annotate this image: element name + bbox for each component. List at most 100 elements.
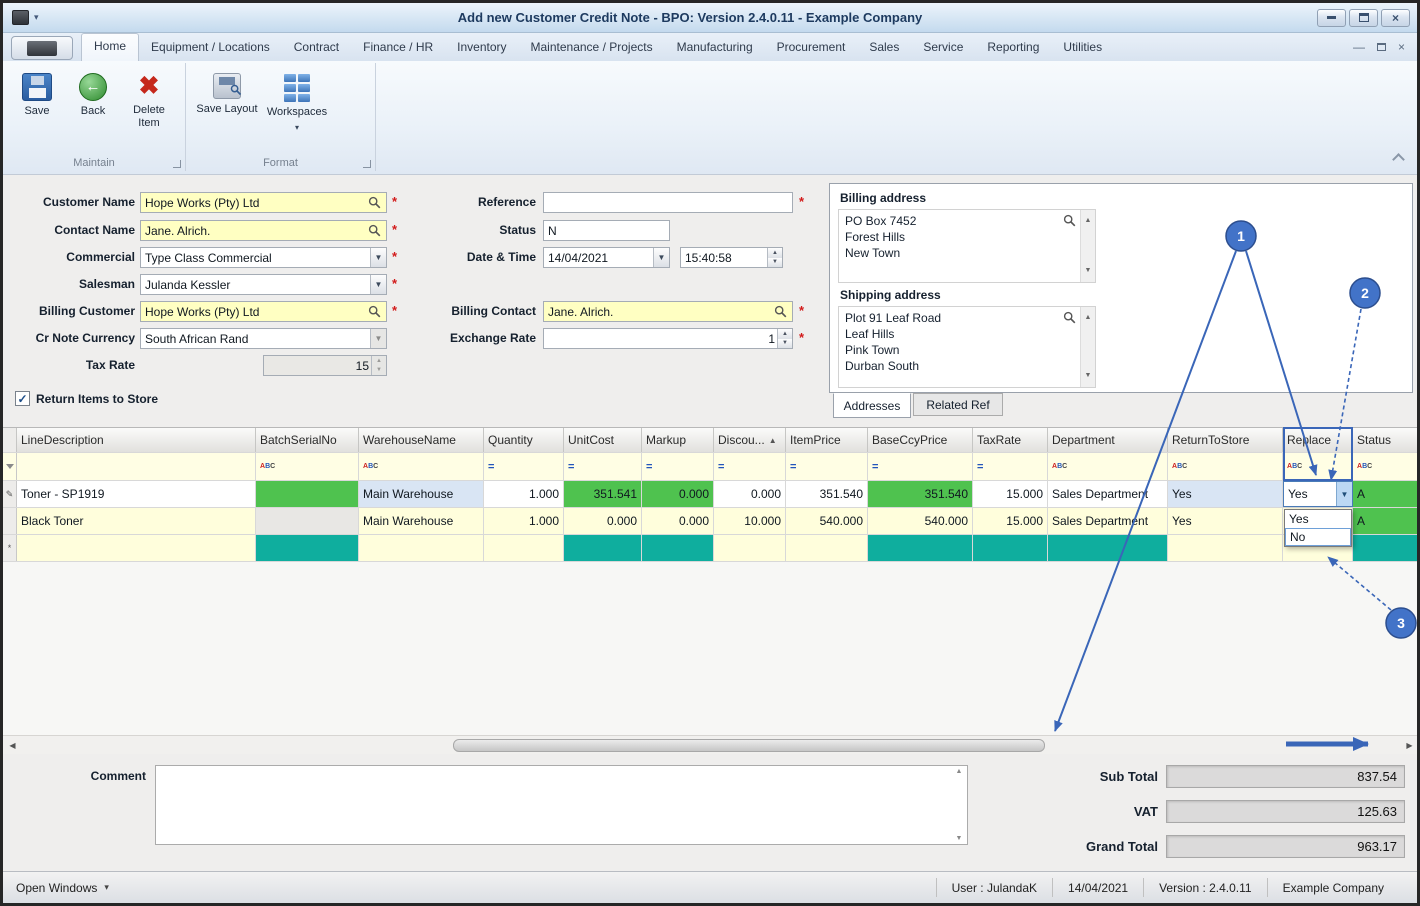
grid-cell[interactable]: Sales Department <box>1048 481 1168 507</box>
grid-cell[interactable] <box>1168 535 1283 561</box>
grid-cell[interactable]: 351.540 <box>868 481 973 507</box>
filter-cell[interactable]: = <box>564 453 642 480</box>
billing-contact-input[interactable]: Jane. Alrich. <box>543 301 793 322</box>
column-header[interactable]: TaxRate <box>973 428 1048 452</box>
scrollbar-thumb[interactable] <box>453 739 1045 752</box>
grid-cell[interactable] <box>973 535 1048 561</box>
grid-cell[interactable]: 10.000 <box>714 508 786 534</box>
filter-cell[interactable]: ABC <box>1283 453 1353 480</box>
filter-cell[interactable]: ABC <box>1353 453 1417 480</box>
grid-cell[interactable]: Yes <box>1168 481 1283 507</box>
filter-cell[interactable]: = <box>642 453 714 480</box>
tab-home[interactable]: Home <box>81 33 140 61</box>
filter-cell[interactable]: = <box>484 453 564 480</box>
tab-sales[interactable]: Sales <box>857 35 911 61</box>
reference-input[interactable] <box>543 192 793 213</box>
column-header[interactable]: UnitCost <box>564 428 642 452</box>
search-icon[interactable] <box>366 305 382 318</box>
minimize-button[interactable] <box>1317 8 1346 27</box>
filter-cell[interactable]: ABC <box>1048 453 1168 480</box>
grid-cell[interactable] <box>359 535 484 561</box>
tab-manufacturing[interactable]: Manufacturing <box>665 35 765 61</box>
column-header[interactable]: Status <box>1353 428 1417 452</box>
mdi-minimize-icon[interactable]: — <box>1353 40 1365 54</box>
return-items-checkbox[interactable]: ✓ <box>15 391 30 406</box>
spinner[interactable]: ▲ ▼ <box>777 329 792 348</box>
horiz-scrollbar[interactable]: ◀ ▶ <box>3 735 1417 754</box>
grid-cell[interactable]: 540.000 <box>786 508 868 534</box>
column-header[interactable]: Department <box>1048 428 1168 452</box>
grid-cell[interactable]: Yes <box>1168 508 1283 534</box>
search-icon[interactable] <box>1061 311 1077 324</box>
grid-cell[interactable]: Sales Department <box>1048 508 1168 534</box>
billing-address-box[interactable]: PO Box 7452 Forest Hills New Town ▲ ▼ <box>838 209 1096 283</box>
grid-cell[interactable] <box>642 535 714 561</box>
mdi-close-icon[interactable]: × <box>1398 40 1405 54</box>
search-icon[interactable] <box>366 224 382 237</box>
column-header[interactable]: ReturnToStore <box>1168 428 1283 452</box>
scroll-right-icon[interactable]: ▶ <box>1402 738 1417 753</box>
dropdown-option-no[interactable]: No <box>1285 528 1351 546</box>
salesman-select[interactable]: Julanda Kessler ▼ <box>140 274 387 295</box>
dialog-launcher-icon[interactable] <box>363 160 371 168</box>
vertical-scrollbar[interactable]: ▲ ▼ <box>1080 307 1095 387</box>
dropdown-option-yes[interactable]: Yes <box>1285 510 1351 528</box>
dialog-launcher-icon[interactable] <box>173 160 181 168</box>
collapse-ribbon-icon[interactable] <box>1392 153 1405 166</box>
grid-cell[interactable] <box>256 535 359 561</box>
search-icon[interactable] <box>1061 214 1077 227</box>
customer-name-input[interactable]: Hope Works (Pty) Ltd <box>140 192 387 213</box>
column-header[interactable]: ItemPrice <box>786 428 868 452</box>
filter-cell[interactable] <box>17 453 256 480</box>
tab-contract[interactable]: Contract <box>282 35 351 61</box>
filter-cell[interactable]: = <box>786 453 868 480</box>
grid-cell[interactable]: 540.000 <box>868 508 973 534</box>
column-header[interactable]: BaseCcyPrice <box>868 428 973 452</box>
comment-textarea[interactable]: ▲ ▼ <box>155 765 968 845</box>
replace-cell-editor[interactable]: Yes ▼ <box>1283 481 1353 507</box>
grid-cell[interactable] <box>256 481 359 507</box>
grid-cell[interactable]: 15.000 <box>973 481 1048 507</box>
grid-cell[interactable]: 0.000 <box>642 481 714 507</box>
grid-cell[interactable] <box>1353 535 1417 561</box>
column-header[interactable]: Discou... ▲ <box>714 428 786 452</box>
shipping-address-box[interactable]: Plot 91 Leaf Road Leaf Hills Pink Town D… <box>838 306 1096 388</box>
quick-access-caret-icon[interactable]: ▾ <box>34 12 39 23</box>
column-header[interactable]: Markup <box>642 428 714 452</box>
tab-equipment-locations[interactable]: Equipment / Locations <box>139 35 282 61</box>
tab-service[interactable]: Service <box>911 35 975 61</box>
status-input[interactable]: N <box>543 220 670 241</box>
search-icon[interactable] <box>772 305 788 318</box>
close-button[interactable]: × <box>1381 8 1410 27</box>
delete-item-button[interactable]: ✖ Delete Item <box>121 70 177 129</box>
grid-cell[interactable] <box>256 508 359 534</box>
grid-cell[interactable]: 15.000 <box>973 508 1048 534</box>
mdi-restore-icon[interactable] <box>1376 40 1386 54</box>
filter-cell[interactable]: = <box>714 453 786 480</box>
grid-cell[interactable] <box>17 535 256 561</box>
grid-cell[interactable]: Main Warehouse <box>359 508 484 534</box>
workspaces-button[interactable]: Workspaces ▾ <box>262 70 332 132</box>
dropdown-button[interactable]: ▼ <box>1336 482 1352 506</box>
contact-name-input[interactable]: Jane. Alrich. <box>140 220 387 241</box>
grid-cell[interactable]: A <box>1353 508 1417 534</box>
grid-cell[interactable] <box>1048 535 1168 561</box>
grid-cell[interactable]: 0.000 <box>642 508 714 534</box>
grid-cell[interactable] <box>564 535 642 561</box>
open-windows-menu[interactable]: Open Windows ▾ <box>3 881 109 895</box>
search-icon[interactable] <box>366 196 382 209</box>
application-button[interactable] <box>11 36 73 60</box>
column-header[interactable]: WarehouseName <box>359 428 484 452</box>
time-input[interactable]: 15:40:58 ▲ ▼ <box>680 247 783 268</box>
vertical-scrollbar[interactable]: ▲ ▼ <box>1080 210 1095 282</box>
grid-cell[interactable]: 0.000 <box>714 481 786 507</box>
grid-cell[interactable] <box>868 535 973 561</box>
chevron-down-icon[interactable]: ▼ <box>653 248 669 267</box>
grid-cell[interactable]: 0.000 <box>564 508 642 534</box>
chevron-down-icon[interactable]: ▼ <box>370 275 386 294</box>
tab-utilities[interactable]: Utilities <box>1051 35 1114 61</box>
tab-maintenance-projects[interactable]: Maintenance / Projects <box>519 35 665 61</box>
maximize-button[interactable] <box>1349 8 1378 27</box>
tab-addresses[interactable]: Addresses <box>833 393 911 418</box>
chevron-down-icon[interactable]: ▼ <box>370 248 386 267</box>
